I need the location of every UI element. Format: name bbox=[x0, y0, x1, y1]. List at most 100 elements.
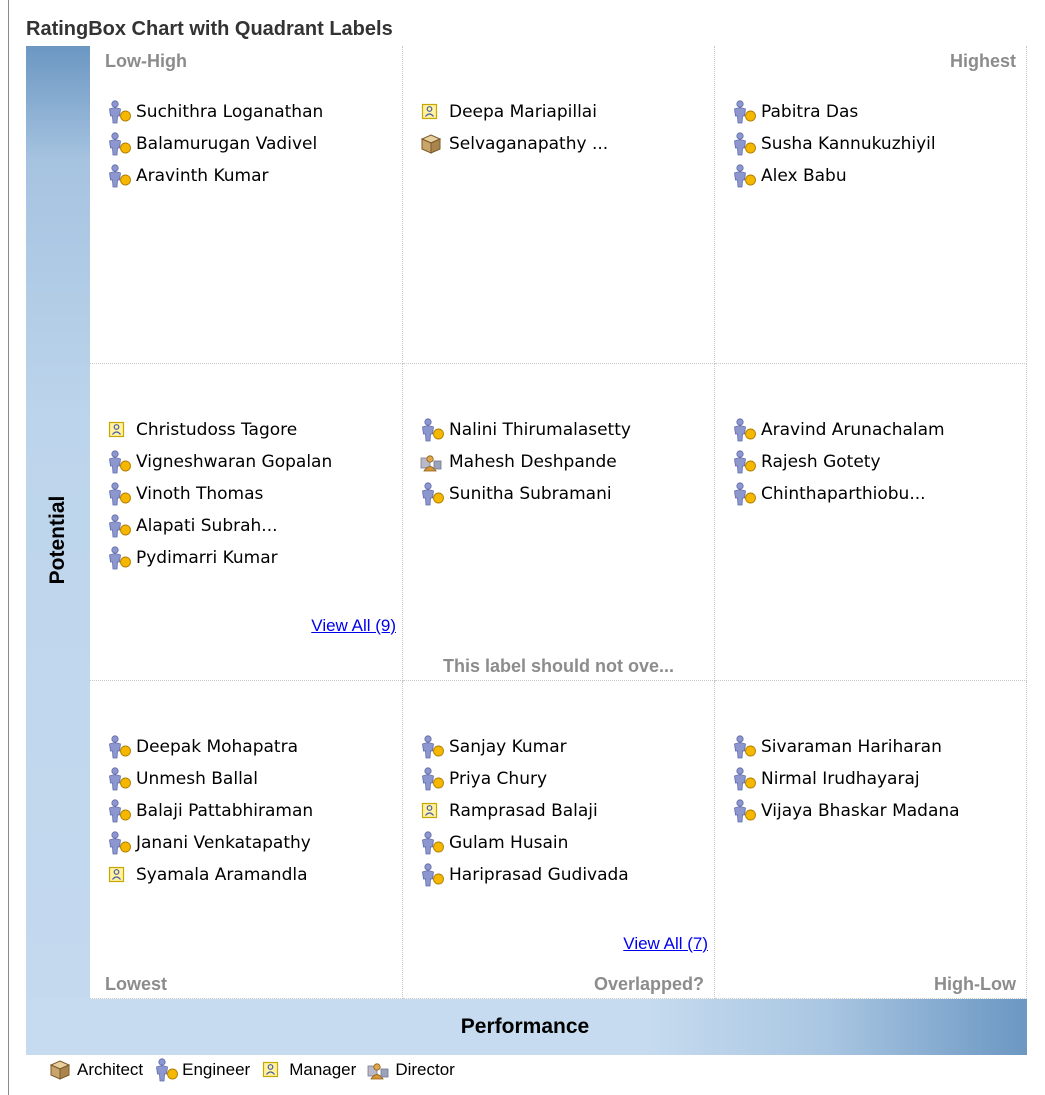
engineer-icon bbox=[731, 418, 759, 442]
employee-item-balamurugan-vadivel[interactable]: Balamurugan Vadivel bbox=[106, 128, 323, 160]
employee-item-unmesh-ballal[interactable]: Unmesh Ballal bbox=[106, 763, 313, 795]
employee-name: Alex Babu bbox=[761, 166, 847, 186]
employee-name: Deepa Mariapillai bbox=[449, 102, 597, 122]
legend-label: Director bbox=[395, 1060, 455, 1079]
engineer-icon bbox=[731, 799, 759, 823]
employee-item-balaji-pattabhiraman[interactable]: Balaji Pattabhiraman bbox=[106, 795, 313, 827]
employee-name: Sunitha Subramani bbox=[449, 484, 612, 504]
engineer-icon bbox=[419, 735, 447, 759]
engineer-icon bbox=[106, 482, 134, 506]
employee-item-suchithra-loganathan[interactable]: Suchithra Loganathan bbox=[106, 96, 323, 128]
legend-label: Engineer bbox=[182, 1060, 251, 1079]
employee-item-deepak-mohapatra[interactable]: Deepak Mohapatra bbox=[106, 731, 313, 763]
employee-item-pabitra-das[interactable]: Pabitra Das bbox=[731, 96, 936, 128]
employee-name: Balaji Pattabhiraman bbox=[136, 801, 314, 821]
legend: Architect Engineer Manager Director bbox=[48, 1058, 465, 1082]
engineer-icon bbox=[419, 831, 447, 855]
employee-item-selvaganapathy[interactable]: Selvaganapathy ... bbox=[419, 128, 608, 160]
employee-name: Susha Kannukuzhiyil bbox=[761, 134, 936, 154]
employee-name: Vigneshwaran Gopalan bbox=[136, 452, 333, 472]
chart-title: RatingBox Chart with Quadrant Labels bbox=[26, 18, 393, 40]
engineer-icon bbox=[419, 418, 447, 442]
employee-item-janani-venkatapathy[interactable]: Janani Venkatapathy bbox=[106, 827, 313, 859]
view-all-link[interactable]: View All (9) bbox=[311, 616, 396, 636]
employee-name: Hariprasad Gudivada bbox=[449, 865, 629, 885]
employee-name: Pydimarri Kumar bbox=[136, 548, 278, 568]
employee-name: Unmesh Ballal bbox=[136, 769, 258, 789]
employee-item-gulam-husain[interactable]: Gulam Husain bbox=[419, 827, 629, 859]
quadrant-r3-c2: Overlapped? Sanjay Kumar Priya Chury Rampra… bbox=[403, 681, 715, 999]
employee-item-vigneshwaran-gopalan[interactable]: Vigneshwaran Gopalan bbox=[106, 446, 332, 478]
employee-name: Vinoth Thomas bbox=[136, 484, 264, 504]
manager-icon bbox=[419, 799, 447, 823]
quadrant-r2-c1: Christudoss Tagore Vigneshwaran Gopalan Vi… bbox=[90, 364, 403, 681]
employee-item-pydimarri-kumar[interactable]: Pydimarri Kumar bbox=[106, 542, 332, 574]
employee-item-alex-babu[interactable]: Alex Babu bbox=[731, 160, 936, 192]
employee-item-aravind-arunachalam[interactable]: Aravind Arunachalam bbox=[731, 414, 945, 446]
y-axis-label: Potential bbox=[46, 495, 69, 585]
legend-item-director: Director bbox=[366, 1058, 455, 1082]
quadrant-label: This label should not ove... bbox=[442, 656, 675, 676]
employee-name: Sanjay Kumar bbox=[449, 737, 567, 757]
employee-name: Nirmal Irudhayaraj bbox=[761, 769, 920, 789]
employee-item-nalini-thirumalasetty[interactable]: Nalini Thirumalasetty bbox=[419, 414, 631, 446]
view-all-link[interactable]: View All (7) bbox=[623, 934, 708, 954]
x-axis-label: Performance bbox=[460, 1015, 590, 1038]
employee-name: Rajesh Gotety bbox=[761, 452, 881, 472]
quadrant-r2-c3: Aravind Arunachalam Rajesh Gotety Chinthap… bbox=[715, 364, 1027, 681]
employee-name: Gulam Husain bbox=[449, 833, 569, 853]
employee-item-aravinth-kumar[interactable]: Aravinth Kumar bbox=[106, 160, 323, 192]
engineer-icon bbox=[731, 767, 759, 791]
employee-item-syamala-aramandla[interactable]: Syamala Aramandla bbox=[106, 859, 313, 891]
quadrant-r2-c2: This label should not ove... Nalini Thiru… bbox=[403, 364, 715, 681]
employee-item-alapati-subrah[interactable]: Alapati Subrah... bbox=[106, 510, 332, 542]
manager-icon bbox=[419, 100, 447, 124]
employee-item-hariprasad-gudivada[interactable]: Hariprasad Gudivada bbox=[419, 859, 629, 891]
engineer-icon bbox=[153, 1058, 181, 1082]
director-icon bbox=[366, 1058, 394, 1082]
employee-name: Syamala Aramandla bbox=[136, 865, 308, 885]
employee-item-nirmal-irudhayaraj[interactable]: Nirmal Irudhayaraj bbox=[731, 763, 960, 795]
employee-name: Chinthaparthiobu... bbox=[761, 484, 926, 504]
quadrant-label: Low-High bbox=[105, 51, 187, 71]
engineer-icon bbox=[106, 799, 134, 823]
employee-item-priya-chury[interactable]: Priya Chury bbox=[419, 763, 629, 795]
employee-name: Aravind Arunachalam bbox=[761, 420, 945, 440]
director-icon bbox=[419, 450, 447, 474]
quadrant-label: Highest bbox=[949, 51, 1016, 71]
employee-item-deepa-mariapillai[interactable]: Deepa Mariapillai bbox=[419, 96, 608, 128]
engineer-icon bbox=[106, 450, 134, 474]
employee-item-chinthaparthiobu[interactable]: Chinthaparthiobu... bbox=[731, 478, 945, 510]
employee-item-mahesh-deshpande[interactable]: Mahesh Deshpande bbox=[419, 446, 631, 478]
rating-grid: Low-High Suchithra Loganathan Balamurugan … bbox=[90, 46, 1027, 999]
quadrant-list: Deepa Mariapillai Selvaganapathy ... bbox=[419, 96, 608, 160]
quadrant-list: Pabitra Das Susha Kannukuzhiyil Alex Babu bbox=[731, 96, 936, 192]
engineer-icon bbox=[419, 767, 447, 791]
architect-icon bbox=[48, 1058, 76, 1082]
quadrant-list: Nalini Thirumalasetty Mahesh Deshpande Sun… bbox=[419, 414, 631, 510]
quadrant-label: Lowest bbox=[105, 974, 168, 994]
employee-item-sanjay-kumar[interactable]: Sanjay Kumar bbox=[419, 731, 629, 763]
employee-item-ramprasad-balaji[interactable]: Ramprasad Balaji bbox=[419, 795, 629, 827]
engineer-icon bbox=[106, 546, 134, 570]
employee-name: Vijaya Bhaskar Madana bbox=[761, 801, 960, 821]
employee-name: Mahesh Deshpande bbox=[449, 452, 617, 472]
quadrant-list: Deepak Mohapatra Unmesh Ballal Balaji Patt… bbox=[106, 731, 313, 891]
engineer-icon bbox=[731, 482, 759, 506]
legend-item-engineer: Engineer bbox=[153, 1058, 250, 1082]
quadrant-list: Sivaraman Hariharan Nirmal Irudhayaraj Vij… bbox=[731, 731, 960, 827]
legend-item-architect: Architect bbox=[48, 1058, 143, 1082]
employee-name: Ramprasad Balaji bbox=[449, 801, 598, 821]
employee-name: Suchithra Loganathan bbox=[136, 102, 324, 122]
employee-item-sunitha-subramani[interactable]: Sunitha Subramani bbox=[419, 478, 631, 510]
employee-item-vinoth-thomas[interactable]: Vinoth Thomas bbox=[106, 478, 332, 510]
employee-item-rajesh-gotety[interactable]: Rajesh Gotety bbox=[731, 446, 945, 478]
employee-item-sivaraman-hariharan[interactable]: Sivaraman Hariharan bbox=[731, 731, 960, 763]
employee-item-susha-kannukuzhiyil[interactable]: Susha Kannukuzhiyil bbox=[731, 128, 936, 160]
employee-item-vijaya-bhaskar-madana[interactable]: Vijaya Bhaskar Madana bbox=[731, 795, 960, 827]
quadrant-list: Sanjay Kumar Priya Chury Ramprasad Balaji G… bbox=[419, 731, 629, 891]
engineer-icon bbox=[419, 482, 447, 506]
employee-name: Sivaraman Hariharan bbox=[761, 737, 942, 757]
employee-name: Aravinth Kumar bbox=[136, 166, 269, 186]
employee-item-christudoss-tagore[interactable]: Christudoss Tagore bbox=[106, 414, 332, 446]
